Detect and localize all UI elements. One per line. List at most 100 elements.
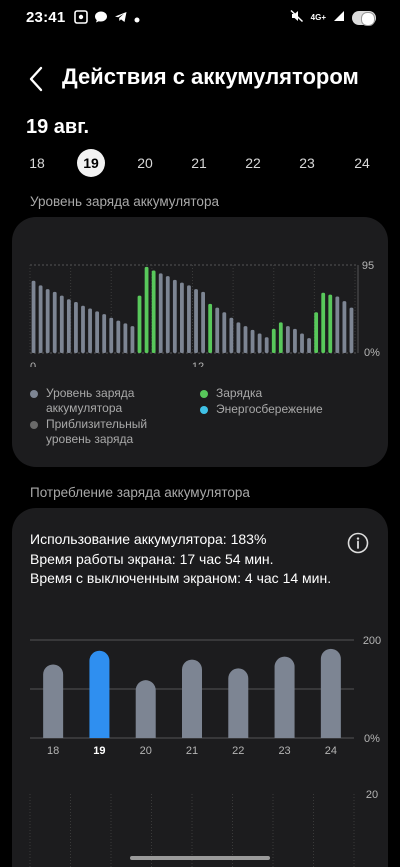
level-bar <box>158 273 163 353</box>
usage-bar[interactable] <box>182 659 202 738</box>
level-bar <box>293 328 297 353</box>
status-time: 23:41 <box>26 9 66 26</box>
level-bar <box>342 301 347 353</box>
level-bar <box>165 276 170 353</box>
level-bar <box>243 326 248 353</box>
legend-dot <box>30 390 38 398</box>
level-bar <box>285 326 290 353</box>
level-bar <box>123 323 128 353</box>
level-bar <box>59 295 64 353</box>
level-bar <box>201 291 205 353</box>
mute-icon <box>290 9 304 26</box>
usage-bar[interactable] <box>135 680 156 738</box>
level-bar <box>95 311 100 353</box>
day-item[interactable]: 21 <box>184 148 214 178</box>
level-section-title: Уровень заряда аккумулятора <box>30 194 219 209</box>
usage-total-text: Использование аккумулятора: 183% <box>30 531 267 547</box>
x-tick-label: 24 <box>325 745 337 757</box>
level-bar <box>102 314 107 353</box>
level-bar <box>172 279 177 353</box>
signal-icon <box>333 10 345 25</box>
level-bar <box>116 320 121 353</box>
usage-bar[interactable] <box>274 656 295 738</box>
legend-dot <box>200 406 208 414</box>
x-tick-label: 21 <box>186 745 198 757</box>
status-bar: 23:41 4G+ <box>0 0 400 36</box>
chevron-left-icon <box>29 66 43 92</box>
x-tick-label: 20 <box>140 745 152 757</box>
screen-off-time-text: Время с выключенным экраном: 4 час 14 ми… <box>30 570 332 586</box>
level-bar <box>307 338 311 353</box>
level-bar <box>187 285 191 353</box>
day-item-selected[interactable]: 19 <box>77 149 105 177</box>
x-tick-label: 0 <box>30 361 36 367</box>
selected-date-title: 19 авг. <box>26 116 90 138</box>
usage-section-title: Потребление заряда аккумулятора <box>30 485 250 500</box>
level-chart-card: 95 0% 0 12 Уровень заряда аккумулятора П… <box>12 217 388 467</box>
screen-record-icon <box>74 10 88 27</box>
home-indicator[interactable] <box>130 856 270 860</box>
status-left-icons <box>74 10 140 27</box>
level-bar <box>349 307 354 353</box>
dot-icon <box>134 12 140 26</box>
level-bar <box>74 302 78 353</box>
day-item[interactable]: 24 <box>347 148 377 178</box>
x-tick-label: 18 <box>47 745 59 757</box>
level-chart[interactable]: 95 0% 0 12 <box>12 217 388 367</box>
charging-bar <box>144 266 149 353</box>
day-item[interactable]: 22 <box>238 148 268 178</box>
day-item[interactable]: 20 <box>130 148 160 178</box>
level-bar <box>300 333 304 353</box>
level-bar <box>194 289 198 353</box>
level-bar <box>229 317 234 353</box>
4g-icon: 4G+ <box>310 12 326 22</box>
level-bar <box>236 322 241 353</box>
level-bar <box>81 305 85 353</box>
x-tick-label: 19 <box>93 745 105 757</box>
charging-bar <box>314 312 319 353</box>
screen-on-time-text: Время работы экрана: 17 час 54 мин. <box>30 551 274 567</box>
level-bar <box>335 296 340 353</box>
usage-bar[interactable] <box>228 668 249 738</box>
level-bar <box>31 280 36 353</box>
day-item[interactable]: 23 <box>292 148 322 178</box>
x-tick-label: 12 <box>192 361 204 367</box>
day-item[interactable]: 18 <box>22 148 52 178</box>
y-tick-label: 0% <box>364 733 380 745</box>
telegram-icon <box>114 10 128 27</box>
usage-bar[interactable] <box>320 648 341 738</box>
y-tick-label: 200 <box>363 635 381 647</box>
level-bar <box>38 285 43 353</box>
level-bar <box>257 333 262 353</box>
y-tick-label: 95 <box>362 260 374 272</box>
status-right-icons: 4G+ <box>290 9 376 26</box>
level-bar <box>264 337 269 353</box>
charging-bar <box>208 303 213 353</box>
charging-bar <box>271 328 276 353</box>
level-bar <box>88 308 92 353</box>
usage-chart[interactable]: 18 19 20 21 22 23 24 200 0% 20 <box>12 618 388 867</box>
charging-bar <box>278 322 283 353</box>
x-tick-label: 23 <box>278 745 290 757</box>
charging-bar <box>321 292 326 353</box>
level-bar <box>180 282 184 353</box>
level-bar <box>222 312 227 353</box>
level-bar <box>250 329 255 353</box>
x-tick-label: 22 <box>232 745 244 757</box>
charging-bar <box>328 294 333 353</box>
y-tick-label: 20 <box>366 789 378 801</box>
usage-bar[interactable] <box>43 664 64 739</box>
level-bar <box>45 289 50 353</box>
battery-toggle-icon <box>352 10 376 26</box>
info-icon <box>347 532 369 554</box>
back-button[interactable] <box>24 62 54 96</box>
day-selector: 18 19 20 21 22 23 24 <box>0 148 400 180</box>
message-icon <box>94 10 108 27</box>
level-bar <box>52 291 57 353</box>
legend-dot <box>30 421 38 429</box>
info-button[interactable] <box>347 532 369 554</box>
charging-bar <box>137 295 142 353</box>
usage-bar-selected[interactable] <box>89 650 110 738</box>
charging-bar <box>151 270 156 353</box>
level-bar <box>109 317 114 353</box>
